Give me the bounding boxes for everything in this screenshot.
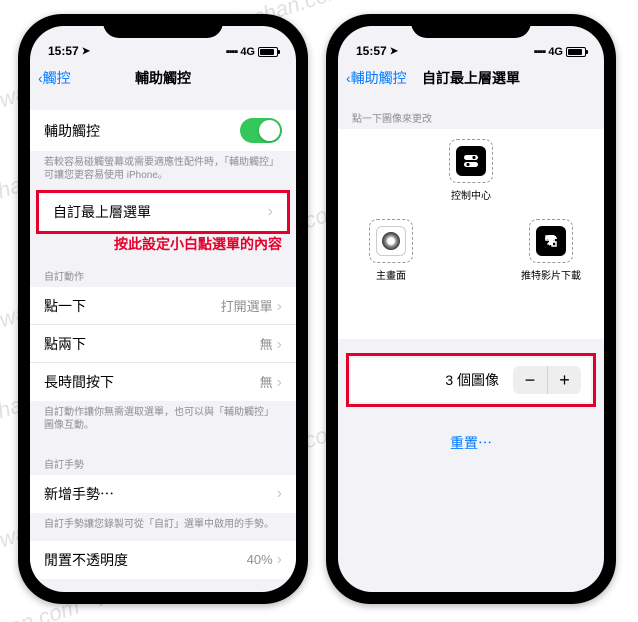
chevron-right-icon: › [268, 203, 273, 221]
icon-video-download[interactable]: ↗ 推特影片下載 [516, 219, 586, 282]
chevron-right-icon: › [277, 336, 282, 353]
icon-control-center[interactable]: 控制中心 [436, 139, 506, 202]
stepper-minus-button[interactable]: − [513, 366, 547, 394]
customize-top-menu-row[interactable]: 自訂最上層選單 › [39, 193, 287, 231]
actions-header: 自訂動作 [30, 254, 296, 287]
stepper-label: 3 個圖像 [445, 370, 499, 390]
battery-icon [258, 47, 278, 57]
icon-grid: 控制中心 主畫面 ↗ [338, 129, 604, 339]
phone-right: 15:57 ➤ ▪▪▪▪ 4G ‹ 輔助觸控 自訂最上層選單 點一下圖像來更改 [326, 14, 616, 604]
screen-left: 15:57 ➤ ▪▪▪▪ 4G ‹ 觸控 輔助觸控 [30, 26, 296, 592]
long-press-row[interactable]: 長時間按下 無 › [30, 363, 296, 401]
single-tap-value: 打開選單 [221, 299, 273, 314]
location-icon: ➤ [390, 46, 398, 57]
double-tap-label: 點兩下 [44, 334, 86, 354]
back-label: 觸控 [43, 68, 71, 88]
status-time: 15:57 [356, 44, 387, 58]
opacity-value: 40% [247, 552, 273, 567]
actions-footer: 自訂動作讓你無需選取選單，也可以與「輔助觸控」圖像互動。 [30, 401, 296, 442]
double-tap-value: 無 [260, 337, 273, 352]
new-gesture-label: 新增手勢⋯ [44, 484, 114, 504]
chevron-right-icon: › [277, 485, 282, 503]
home-icon [376, 226, 406, 256]
back-button[interactable]: ‹ 觸控 [38, 68, 71, 88]
toggles-icon [456, 146, 486, 176]
single-tap-row[interactable]: 點一下 打開選單 › [30, 287, 296, 325]
annotation-text: 按此設定小白點選單的內容 [30, 232, 296, 254]
single-tap-label: 點一下 [44, 296, 86, 316]
double-tap-row[interactable]: 點兩下 無 › [30, 325, 296, 363]
toggle-footer: 若較容易碰觸螢幕或需要適應性配件時，「輔助觸控」可讓您更容易使用 iPhone。 [30, 151, 296, 192]
network-label: 4G [240, 46, 255, 58]
gestures-header: 自訂手勢 [30, 442, 296, 475]
hint-text: 點一下圖像來更改 [338, 96, 604, 129]
chevron-right-icon: › [277, 374, 282, 391]
icon-label: 推特影片下載 [516, 267, 586, 282]
battery-icon [566, 47, 586, 57]
long-press-label: 長時間按下 [44, 372, 114, 392]
highlight-customize: 自訂最上層選單 › [36, 190, 290, 234]
new-gesture-row[interactable]: 新增手勢⋯ › [30, 475, 296, 513]
pointer-header: 指向裝置 [30, 579, 296, 592]
gestures-footer: 自訂手勢讓您錄製可從「自訂」選單中啟用的手勢。 [30, 513, 296, 541]
toggle-switch-on[interactable] [240, 118, 282, 143]
phone-left: 15:57 ➤ ▪▪▪▪ 4G ‹ 觸控 輔助觸控 [18, 14, 308, 604]
status-time: 15:57 [48, 44, 79, 58]
chevron-right-icon: › [277, 551, 282, 568]
reset-button[interactable]: 重置⋯ [338, 407, 604, 479]
page-title: 自訂最上層選單 [422, 68, 520, 88]
location-icon: ➤ [82, 46, 90, 57]
notch [411, 14, 531, 38]
icon-count-stepper: 3 個圖像 − + [351, 358, 591, 402]
opacity-label: 閒置不透明度 [44, 550, 128, 570]
toggle-label: 輔助觸控 [44, 121, 100, 141]
signal-icon: ▪▪▪▪ [226, 46, 238, 58]
chevron-right-icon: › [277, 298, 282, 315]
back-label: 輔助觸控 [351, 68, 407, 88]
page-title: 輔助觸控 [135, 68, 191, 88]
notch [103, 14, 223, 38]
network-label: 4G [548, 46, 563, 58]
nav-bar: ‹ 觸控 輔助觸控 [30, 60, 296, 96]
icon-home[interactable]: 主畫面 [356, 219, 426, 282]
back-button[interactable]: ‹ 輔助觸控 [346, 68, 407, 88]
opacity-row[interactable]: 閒置不透明度 40% › [30, 541, 296, 579]
screen-right: 15:57 ➤ ▪▪▪▪ 4G ‹ 輔助觸控 自訂最上層選單 點一下圖像來更改 [338, 26, 604, 592]
stepper-plus-button[interactable]: + [547, 366, 581, 394]
signal-icon: ▪▪▪▪ [534, 46, 546, 58]
customize-label: 自訂最上層選單 [53, 202, 151, 222]
shortcut-icon: ↗ [536, 226, 566, 256]
icon-label: 主畫面 [356, 267, 426, 282]
long-press-value: 無 [260, 375, 273, 390]
assistive-touch-toggle-row[interactable]: 輔助觸控 [30, 110, 296, 151]
highlight-stepper: 3 個圖像 − + [346, 353, 596, 407]
nav-bar: ‹ 輔助觸控 自訂最上層選單 [338, 60, 604, 96]
icon-label: 控制中心 [436, 187, 506, 202]
